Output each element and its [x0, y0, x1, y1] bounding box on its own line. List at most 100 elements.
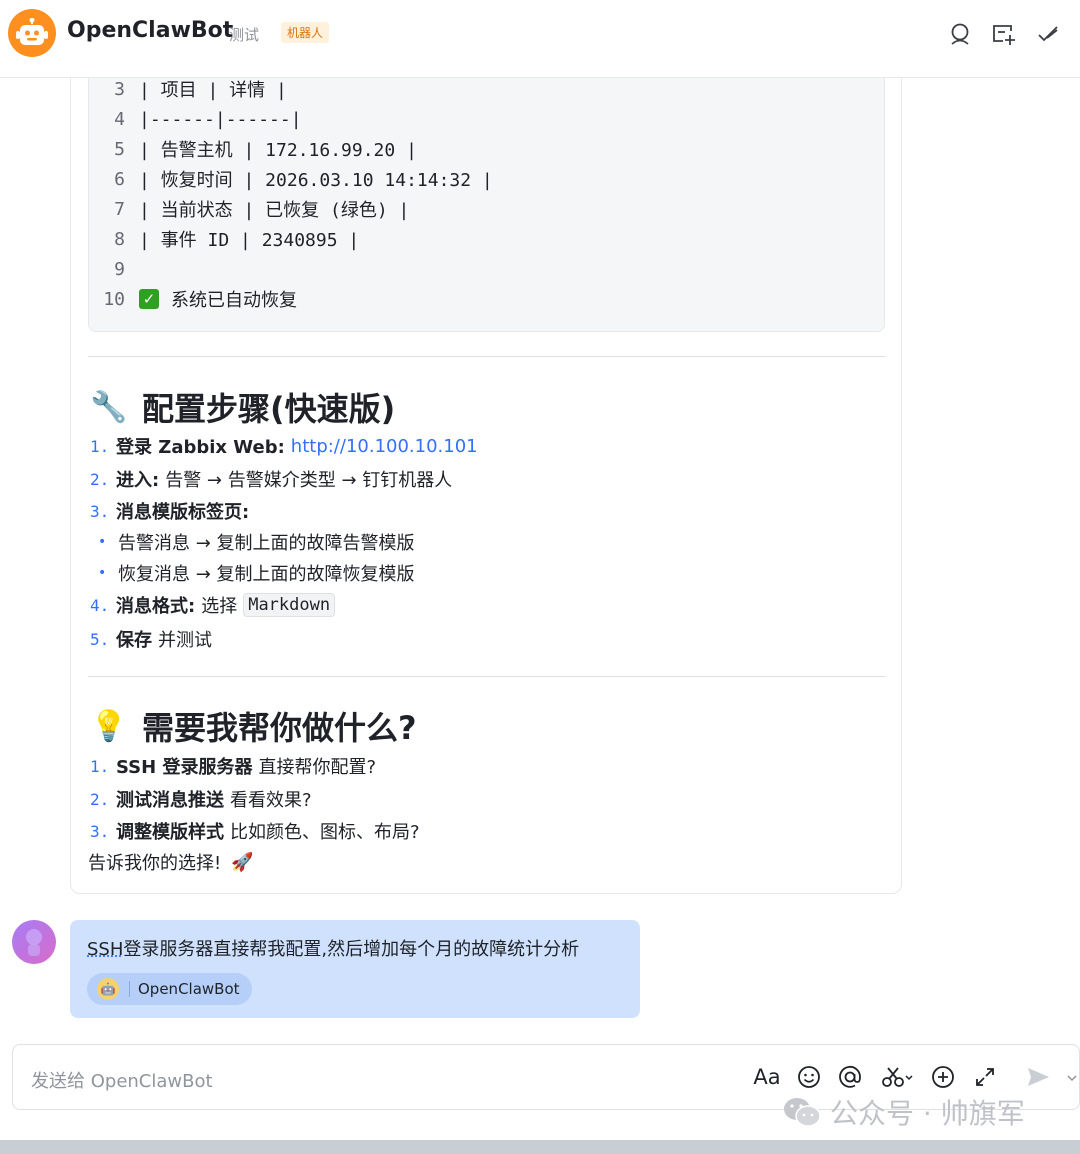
code-line: 4 |------|------| — [89, 104, 302, 134]
mention-label: OpenClawBot — [138, 980, 240, 998]
inline-code: Markdown — [243, 593, 336, 617]
list-bold: 调整模版样式 — [116, 822, 224, 843]
list-text: 告警消息 → 复制上面的故障告警模版 — [118, 533, 415, 554]
expand-icon[interactable] — [971, 1063, 999, 1091]
zabbix-link[interactable]: http://10.100.10.101 — [291, 436, 478, 457]
section-heading: 💡 需要我帮你做什么? — [90, 703, 417, 749]
user-message-rest: 登录服务器直接帮我配置,然后增加每个月的故障统计分析 — [123, 939, 580, 960]
list-item: 3. 调整模版样式 比如颜色、图标、布局? — [90, 816, 420, 846]
closing-text: 告诉我你的选择! — [88, 853, 222, 874]
code-text: | 事件 ID | 2340895 | — [139, 230, 360, 251]
list-item: 2. 进入: 告警 → 告警媒介类型 → 钉钉机器人 — [90, 464, 452, 494]
list-bold: 登录 Zabbix Web: — [116, 437, 285, 458]
bullet-icon: • — [98, 565, 107, 581]
divider — [88, 676, 885, 677]
list-number: 3. — [90, 501, 110, 521]
bottom-bar — [0, 1140, 1080, 1154]
bot-name[interactable]: OpenClawBot — [67, 18, 233, 43]
mention-separator — [129, 981, 130, 997]
list-text: 比如颜色、图标、布局? — [230, 822, 420, 843]
code-text: | 项目 | 详情 | — [139, 80, 287, 101]
wechat-icon — [784, 1098, 821, 1127]
list-bold: 消息模版标签页: — [116, 502, 250, 523]
list-number: 1. — [90, 436, 110, 456]
code-text: |------|------| — [139, 108, 302, 130]
list-bold: 保存 — [116, 630, 152, 651]
test-tag: 测试 — [229, 26, 260, 44]
line-number: 10 — [103, 288, 125, 310]
line-number: 7 — [114, 198, 125, 220]
section-title: 需要我帮你做什么? — [142, 709, 417, 747]
search-icon[interactable] — [947, 21, 973, 47]
list-bold: 消息格式: — [116, 596, 196, 617]
code-text: | 告警主机 | 172.16.99.20 | — [139, 140, 417, 161]
list-number: 5. — [90, 629, 110, 649]
list-number: 2. — [90, 789, 110, 809]
list-number: 4. — [90, 595, 110, 615]
code-line: 6 | 恢复时间 | 2026.03.10 14:14:32 | — [89, 164, 493, 194]
list-text: 看看效果? — [230, 790, 312, 811]
list-item: • 告警消息 → 复制上面的故障告警模版 — [90, 527, 415, 557]
chat-header: OpenClawBot 测试 机器人 — [0, 0, 1080, 78]
bot-avatar[interactable] — [8, 9, 56, 57]
section-title: 配置步骤(快速版) — [142, 390, 396, 428]
user-message-text: SSH登录服务器直接帮我配置,然后增加每个月的故障统计分析 — [87, 935, 579, 961]
line-number: 6 — [114, 168, 125, 190]
section-heading: 🔧 配置步骤(快速版) — [90, 384, 395, 430]
user-avatar[interactable] — [12, 920, 56, 964]
chevron-down-icon[interactable] — [1065, 1063, 1079, 1091]
watermark-text: 公众号 · 帅旗军 — [830, 1097, 1025, 1130]
add-icon[interactable] — [929, 1063, 957, 1091]
code-line: 8 | 事件 ID | 2340895 | — [89, 224, 359, 254]
font-format-icon[interactable]: Aa — [753, 1063, 781, 1091]
list-item: 5. 保存 并测试 — [90, 624, 212, 654]
robot-icon — [16, 18, 48, 45]
list-text: 直接帮你配置? — [258, 757, 377, 778]
new-chat-icon[interactable] — [991, 21, 1017, 47]
code-line: 7 | 当前状态 | 已恢复 (绿色) | — [89, 194, 409, 224]
list-item: 3. 消息模版标签页: — [90, 496, 249, 526]
lightbulb-icon: 💡 — [90, 708, 128, 744]
list-bold: 进入: — [116, 470, 160, 491]
code-text: | 恢复时间 | 2026.03.10 14:14:32 | — [139, 170, 493, 191]
list-number: 3. — [90, 821, 110, 841]
line-number: 5 — [114, 138, 125, 160]
code-line: 10 ✓ 系统已自动恢复 — [89, 284, 297, 314]
rocket-icon: 🚀 — [231, 851, 254, 873]
check-mark-icon: ✓ — [139, 289, 159, 309]
person-icon — [26, 929, 42, 956]
ssh-term[interactable]: SSH — [87, 939, 123, 960]
line-number: 4 — [114, 108, 125, 130]
send-icon[interactable] — [1024, 1063, 1052, 1091]
list-number: 2. — [90, 469, 110, 489]
mention-avatar-icon: 🤖 — [97, 978, 119, 1000]
list-item: 1. 登录 Zabbix Web: http://10.100.10.101 — [90, 431, 478, 461]
list-item: 4. 消息格式: 选择 Markdown — [90, 590, 336, 620]
code-line: 3 | 项目 | 详情 | — [89, 74, 287, 104]
bot-mention-chip[interactable]: 🤖 OpenClawBot — [87, 973, 252, 1005]
emoji-icon[interactable] — [795, 1063, 823, 1091]
robot-badge: 机器人 — [281, 22, 330, 43]
user-message-bubble: SSH登录服务器直接帮我配置,然后增加每个月的故障统计分析 🤖 OpenClaw… — [70, 920, 640, 1018]
code-block: 3 | 项目 | 详情 | 4 |------|------| 5 | 告警主机… — [88, 60, 885, 332]
bullet-icon: • — [98, 534, 107, 550]
code-line: 9 — [89, 254, 139, 284]
watermark: 公众号 · 帅旗军 — [782, 1092, 1025, 1132]
list-text: 选择 — [201, 596, 238, 617]
done-icon[interactable] — [1035, 21, 1061, 47]
list-item: 1. SSH 登录服务器 直接帮你配置? — [90, 751, 376, 781]
line-number: 8 — [114, 228, 125, 250]
wrench-icon: 🔧 — [90, 389, 128, 425]
divider — [88, 356, 885, 357]
code-text: | 当前状态 | 已恢复 (绿色) | — [139, 200, 410, 221]
code-line: 5 | 告警主机 | 172.16.99.20 | — [89, 134, 417, 164]
list-text: 告警 → 告警媒介类型 → 钉钉机器人 — [165, 470, 453, 491]
list-text: 恢复消息 → 复制上面的故障恢复模版 — [118, 564, 415, 585]
line-number: 9 — [114, 258, 125, 280]
scissors-icon[interactable] — [879, 1063, 915, 1091]
list-item: 2. 测试消息推送 看看效果? — [90, 784, 312, 814]
mention-icon[interactable] — [836, 1063, 864, 1091]
line-number: 3 — [114, 78, 125, 100]
composer-placeholder[interactable]: 发送给 OpenClawBot — [31, 1067, 213, 1093]
list-item: • 恢复消息 → 复制上面的故障恢复模版 — [90, 558, 415, 588]
